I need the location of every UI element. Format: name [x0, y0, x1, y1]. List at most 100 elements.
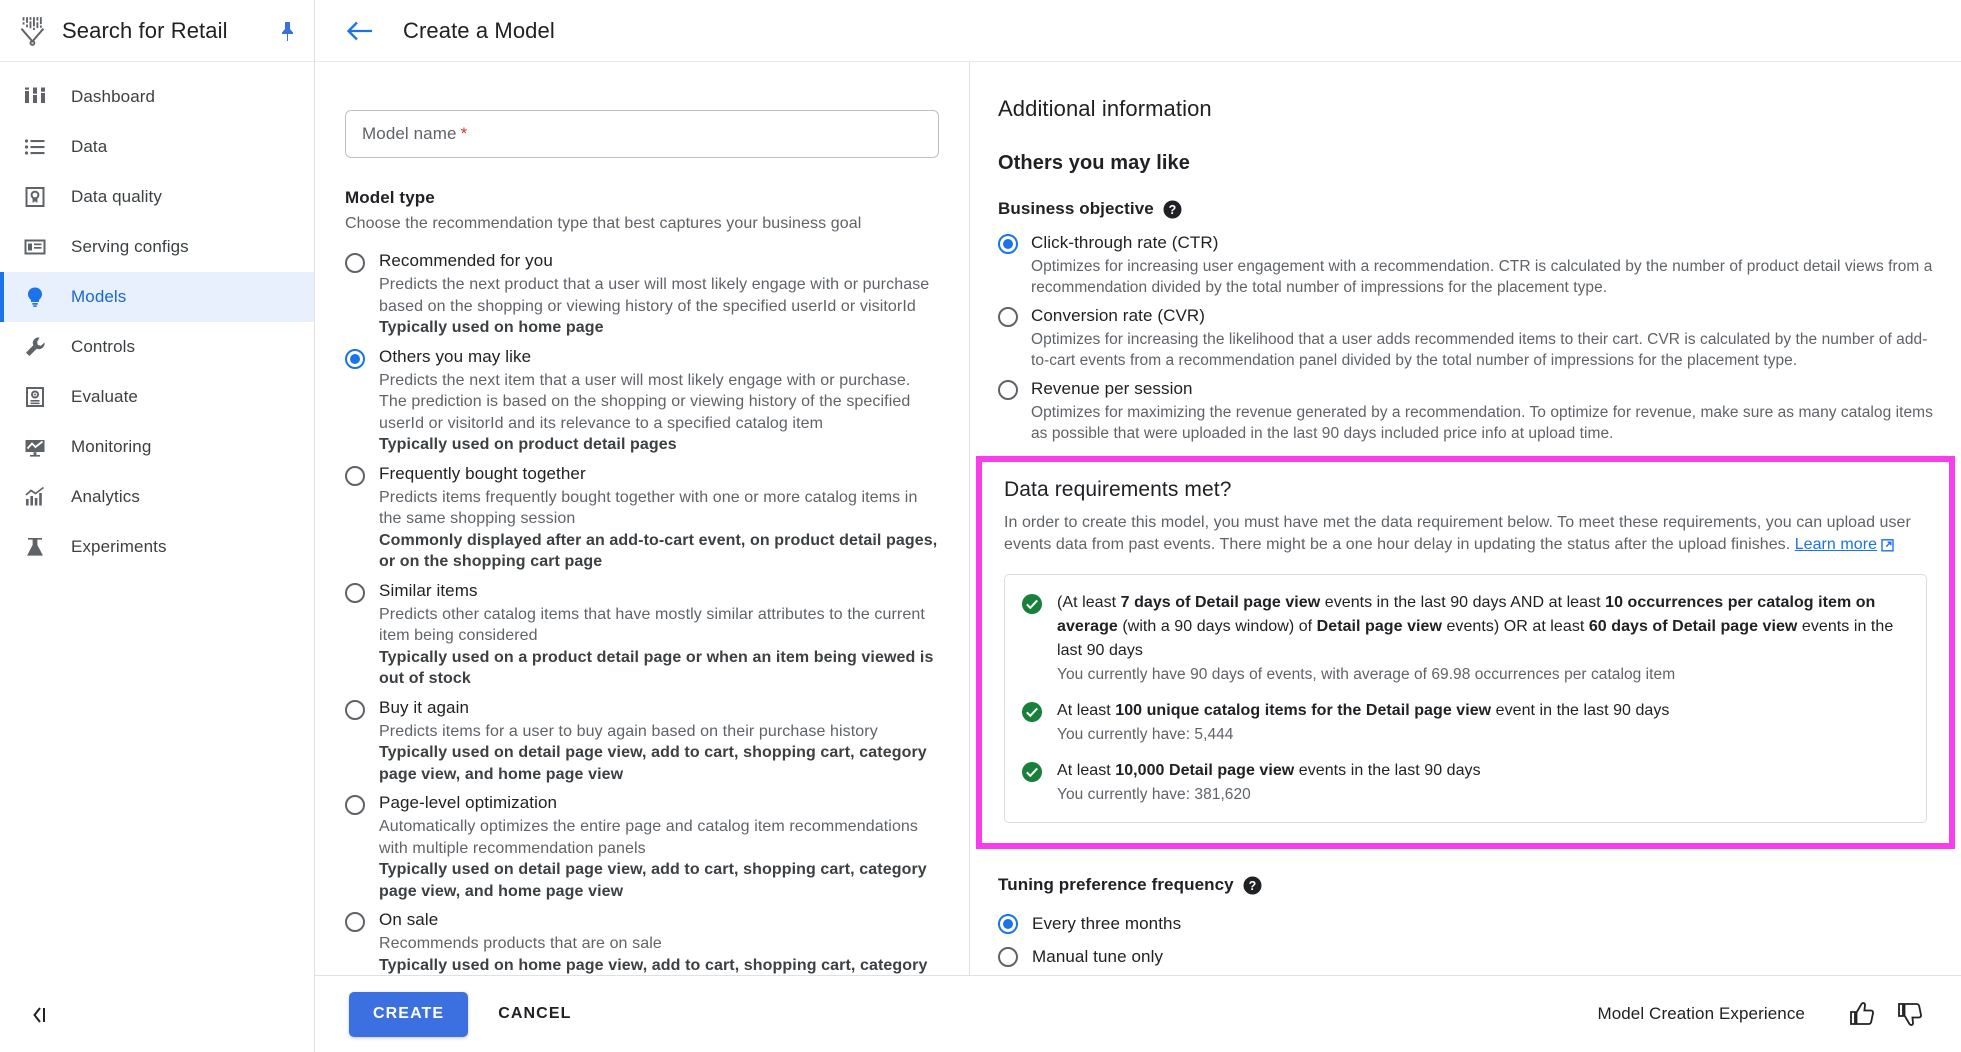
model-type-option[interactable]: On sale Recommends products that are on …	[345, 908, 939, 975]
sidebar-item-label: Experiments	[71, 537, 167, 556]
intro-text: In order to create this model, you must …	[1004, 514, 1911, 553]
sidebar-header: Search for Retail	[0, 0, 314, 62]
radio-others-you-may-like[interactable]	[345, 348, 365, 369]
radio-ctr[interactable]	[998, 234, 1018, 254]
radio-col	[345, 908, 365, 975]
tuning-option[interactable]: Manual tune only	[998, 940, 1933, 973]
requirement-item: (At least 7 days of Detail page view eve…	[1021, 591, 1908, 686]
pin-icon[interactable]	[274, 18, 300, 44]
create-button[interactable]: CREATE	[349, 991, 469, 1037]
radio-every-three-months[interactable]	[998, 913, 1018, 934]
sidebar-item-controls[interactable]: Controls	[0, 322, 314, 372]
sidebar-item-analytics[interactable]: Analytics	[0, 472, 314, 522]
dashboard-icon	[22, 84, 48, 110]
help-icon[interactable]: ?	[1243, 876, 1262, 895]
sidebar-item-serving-configs[interactable]: Serving configs	[0, 222, 314, 272]
model-type-option[interactable]: Recommended for you Predicts the next pr…	[345, 249, 939, 339]
req-part: At least	[1057, 702, 1116, 719]
sidebar-item-monitoring[interactable]: Monitoring	[0, 422, 314, 472]
option-hint: Typically used on home page view, add to…	[379, 956, 928, 974]
page-title: Create a Model	[403, 17, 555, 43]
sidebar-item-label: Evaluate	[71, 387, 138, 406]
requirement-current: You currently have: 5,444	[1057, 726, 1234, 743]
sidebar-item-label: Controls	[71, 337, 136, 356]
sidebar-item-experiments[interactable]: Experiments	[0, 522, 314, 572]
objective-option[interactable]: Click-through rate (CTR) Optimizes for i…	[998, 231, 1933, 298]
collapse-panel-icon[interactable]	[26, 1000, 56, 1030]
radio-revenue-per-session[interactable]	[998, 380, 1018, 400]
wrench-icon	[22, 334, 48, 360]
cancel-button[interactable]: CANCEL	[480, 992, 589, 1037]
option-description: Recommends products that are on sale	[379, 935, 662, 952]
radio-on-sale[interactable]	[345, 912, 365, 932]
radio-page-level-optimization[interactable]	[345, 795, 365, 815]
radio-buy-it-again[interactable]	[345, 699, 365, 720]
model-name-input[interactable]: Model name *	[345, 110, 939, 158]
svg-text:?: ?	[1248, 879, 1256, 893]
tuning-option[interactable]: Every three months	[998, 907, 1933, 940]
sidebar-item-evaluate[interactable]: Evaluate	[0, 372, 314, 422]
objective-description: Optimizes for maximizing the revenue gen…	[1031, 404, 1933, 442]
sidebar-item-models[interactable]: Models	[0, 272, 314, 322]
thumb-down-icon[interactable]	[1893, 997, 1927, 1031]
option-hint: Typically used on detail page view, add …	[379, 861, 927, 900]
data-requirements-intro: In order to create this model, you must …	[1004, 512, 1927, 556]
radio-cvr[interactable]	[998, 307, 1018, 327]
radio-manual-tune-only[interactable]	[998, 946, 1018, 967]
option-hint: Typically used on product detail pages	[379, 436, 677, 453]
objective-label: Conversion rate (CVR)	[1031, 306, 1206, 325]
requirement-body: At least 10,000 Detail page view events …	[1057, 759, 1481, 806]
model-name-placeholder: Model name	[362, 124, 457, 143]
learn-more-label: Learn more	[1794, 536, 1878, 553]
objective-body: Click-through rate (CTR) Optimizes for i…	[1031, 231, 1933, 298]
radio-similar-items[interactable]	[345, 582, 365, 603]
business-objective-text: Business objective	[998, 199, 1154, 218]
page-footer: CREATE CANCEL Model Creation Experience	[315, 975, 1961, 1052]
sidebar-item-dashboard[interactable]: Dashboard	[0, 72, 314, 122]
objective-option[interactable]: Conversion rate (CVR) Optimizes for incr…	[998, 304, 1933, 371]
tuning-option-label: Every three months	[1032, 913, 1182, 933]
data-requirements-heading: Data requirements met?	[1004, 478, 1232, 501]
learn-more-link[interactable]: Learn more	[1795, 534, 1895, 556]
brand-title: Search for Retail	[62, 17, 228, 43]
back-arrow-icon[interactable]	[343, 14, 377, 48]
check-col	[1021, 759, 1043, 806]
requirement-item: At least 10,000 Detail page view events …	[1021, 759, 1908, 806]
radio-col	[345, 345, 365, 456]
model-type-option[interactable]: Others you may like Predicts the next it…	[345, 345, 939, 456]
option-body: On sale Recommends products that are on …	[379, 908, 939, 975]
thumb-up-icon[interactable]	[1845, 997, 1879, 1031]
option-description: Predicts items for a user to buy again b…	[379, 722, 878, 740]
model-type-option[interactable]: Buy it again Predicts items for a user t…	[345, 696, 939, 786]
model-type-option[interactable]: Similar items Predicts other catalog ite…	[345, 579, 939, 690]
check-circle-icon	[1021, 761, 1043, 783]
radio-frequently-bought-together[interactable]	[345, 465, 365, 486]
requirement-item: At least 100 unique catalog items for th…	[1021, 699, 1908, 746]
option-body: Similar items Predicts other catalog ite…	[379, 579, 939, 690]
radio-col	[345, 696, 365, 786]
sidebar-item-data[interactable]: Data	[0, 122, 314, 172]
radio-recommended-for-you[interactable]	[345, 253, 365, 273]
tuning-option-label: Manual tune only	[1032, 946, 1164, 966]
model-type-option[interactable]: Page-level optimization Automatically op…	[345, 791, 939, 902]
sidebar-nav: Dashboard Data Data quality Serving conf…	[0, 62, 314, 978]
additional-information-column: Additional information Others you may li…	[970, 62, 1961, 975]
option-body: Frequently bought together Predicts item…	[379, 462, 939, 573]
model-form-column: Model name * Model type Choose the recom…	[315, 62, 970, 975]
flask-icon	[22, 534, 48, 560]
option-label: Frequently bought together	[379, 463, 586, 483]
model-type-radio-group: Recommended for you Predicts the next pr…	[345, 249, 939, 975]
main-area: Create a Model Model name * Model type C…	[315, 0, 1961, 1052]
option-description: Predicts the next item that a user will …	[379, 371, 911, 432]
radio-col	[345, 791, 365, 902]
model-type-option[interactable]: Frequently bought together Predicts item…	[345, 462, 939, 573]
requirement-current: You currently have: 381,620	[1057, 786, 1251, 803]
objective-option[interactable]: Revenue per session Optimizes for maximi…	[998, 377, 1933, 444]
tuning-preference-label: Tuning preference frequency ?	[998, 875, 1933, 895]
sidebar-item-data-quality[interactable]: Data quality	[0, 172, 314, 222]
sidebar-item-label: Dashboard	[71, 87, 156, 106]
sidebar-item-label: Monitoring	[71, 437, 152, 456]
model-type-title: Model type	[345, 188, 435, 207]
help-icon[interactable]: ?	[1163, 200, 1182, 219]
radio-col	[998, 377, 1018, 444]
